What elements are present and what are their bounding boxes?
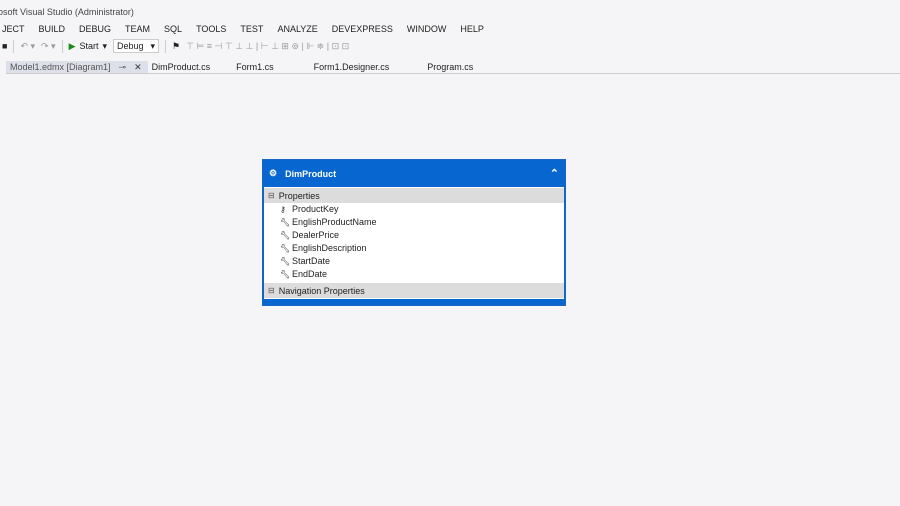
tab-dimproduct-cs[interactable]: DimProduct.cs: [148, 61, 215, 73]
menu-build[interactable]: BUILD: [32, 23, 73, 35]
undo-icon[interactable]: ↶ ▾: [20, 41, 35, 52]
property-item[interactable]: ⚷ ProductKey: [264, 203, 564, 216]
tab-model1-edmx[interactable]: Model1.edmx [Diagram1] ⊸ ✕: [6, 61, 148, 73]
wrench-icon: 🔧︎: [280, 231, 291, 240]
menu-debug[interactable]: DEBUG: [72, 23, 118, 35]
menu-window[interactable]: WINDOW: [400, 23, 454, 35]
separator: [61, 39, 63, 53]
separator: [13, 39, 15, 53]
wrench-icon: 🔧︎: [280, 244, 291, 253]
menu-tools[interactable]: TOOLS: [189, 23, 233, 35]
navigation-properties-section[interactable]: ⊟ Navigation Properties: [264, 282, 564, 298]
navigation-properties-label: Navigation Properties: [278, 286, 365, 296]
start-button[interactable]: ▶ Start ▾: [69, 41, 107, 52]
play-icon: ▶: [68, 40, 76, 51]
property-name: StartDate: [292, 256, 331, 266]
menu-help[interactable]: HELP: [453, 23, 491, 35]
config-dropdown[interactable]: Debug ▾: [113, 39, 160, 53]
redo-icon[interactable]: ↷ ▾: [41, 41, 56, 52]
property-name: DealerPrice: [292, 230, 340, 240]
layout-icons[interactable]: ⊤ ⊨ ≡ ⊣ ⊤ ⊥ ⊥ | ⊢ ⊥ ⊞ ⊚ | ⊩ ≑ | ⊡ ⊡: [186, 41, 349, 52]
collapse-box-icon[interactable]: ⊟: [268, 283, 275, 298]
properties-section[interactable]: ⊟ Properties: [264, 187, 564, 203]
wrench-icon: 🔧︎: [280, 218, 291, 227]
wrench-icon: 🔧︎: [280, 270, 291, 279]
tab-label: Model1.edmx [Diagram1]: [10, 62, 111, 72]
properties-label: Properties: [278, 191, 320, 201]
document-tabs: Model1.edmx [Diagram1] ⊸ ✕ DimProduct.cs F…: [6, 61, 900, 74]
property-name: ProductKey: [292, 204, 339, 214]
menu-analyze[interactable]: ANALYZE: [270, 23, 324, 35]
property-name: EnglishDescription: [292, 243, 367, 253]
find-icon[interactable]: ⚑: [172, 41, 180, 52]
config-value: Debug: [117, 41, 144, 51]
entity-name: DimProduct: [285, 168, 337, 179]
menu-test[interactable]: TEST: [233, 23, 270, 35]
start-label: Start: [79, 41, 99, 51]
tab-program-cs[interactable]: Program.cs: [423, 61, 477, 73]
toolbar: ■ ↶ ▾ ↷ ▾ ▶ Start ▾ Debug ▾ ⚑ ⊤ ⊨ ≡ ⊣ ⊤ ⊥ …: [2, 38, 349, 54]
entity-dimproduct[interactable]: ⚙ DimProduct ⌃ ⊟ Properties ⚷ ProductKey 🔧︎ E…: [262, 159, 566, 306]
entity-icon: ⚙: [269, 168, 278, 178]
tab-form1-cs[interactable]: Form1.cs: [232, 61, 278, 73]
menu-project[interactable]: JECT: [0, 23, 32, 35]
close-icon[interactable]: ✕: [134, 61, 142, 73]
save-all-icon[interactable]: ■: [2, 41, 7, 51]
pin-icon[interactable]: ⊸: [119, 61, 127, 73]
menu-team[interactable]: TEAM: [118, 23, 157, 35]
property-item[interactable]: 🔧︎ DealerPrice: [264, 229, 564, 242]
key-icon: ⚷: [280, 205, 286, 214]
property-name: EnglishProductName: [292, 217, 377, 227]
separator: [165, 39, 167, 53]
menu-sql[interactable]: SQL: [157, 23, 189, 35]
wrench-icon: 🔧︎: [280, 257, 291, 266]
menu-devexpress[interactable]: DEVEXPRESS: [325, 23, 400, 35]
collapse-box-icon[interactable]: ⊟: [268, 188, 275, 203]
tab-form1-designer-cs[interactable]: Form1.Designer.cs: [310, 61, 394, 73]
property-item[interactable]: 🔧︎ EndDate: [264, 268, 564, 281]
property-item[interactable]: 🔧︎ StartDate: [264, 255, 564, 268]
window-title: osoft Visual Studio (Administrator): [0, 7, 134, 17]
collapse-icon[interactable]: ⌃: [550, 167, 559, 180]
property-item[interactable]: 🔧︎ EnglishProductName: [264, 216, 564, 229]
menu-bar: JECT BUILD DEBUG TEAM SQL TOOLS TEST ANA…: [0, 23, 491, 35]
property-item[interactable]: 🔧︎ EnglishDescription: [264, 242, 564, 255]
property-name: EndDate: [292, 269, 328, 279]
